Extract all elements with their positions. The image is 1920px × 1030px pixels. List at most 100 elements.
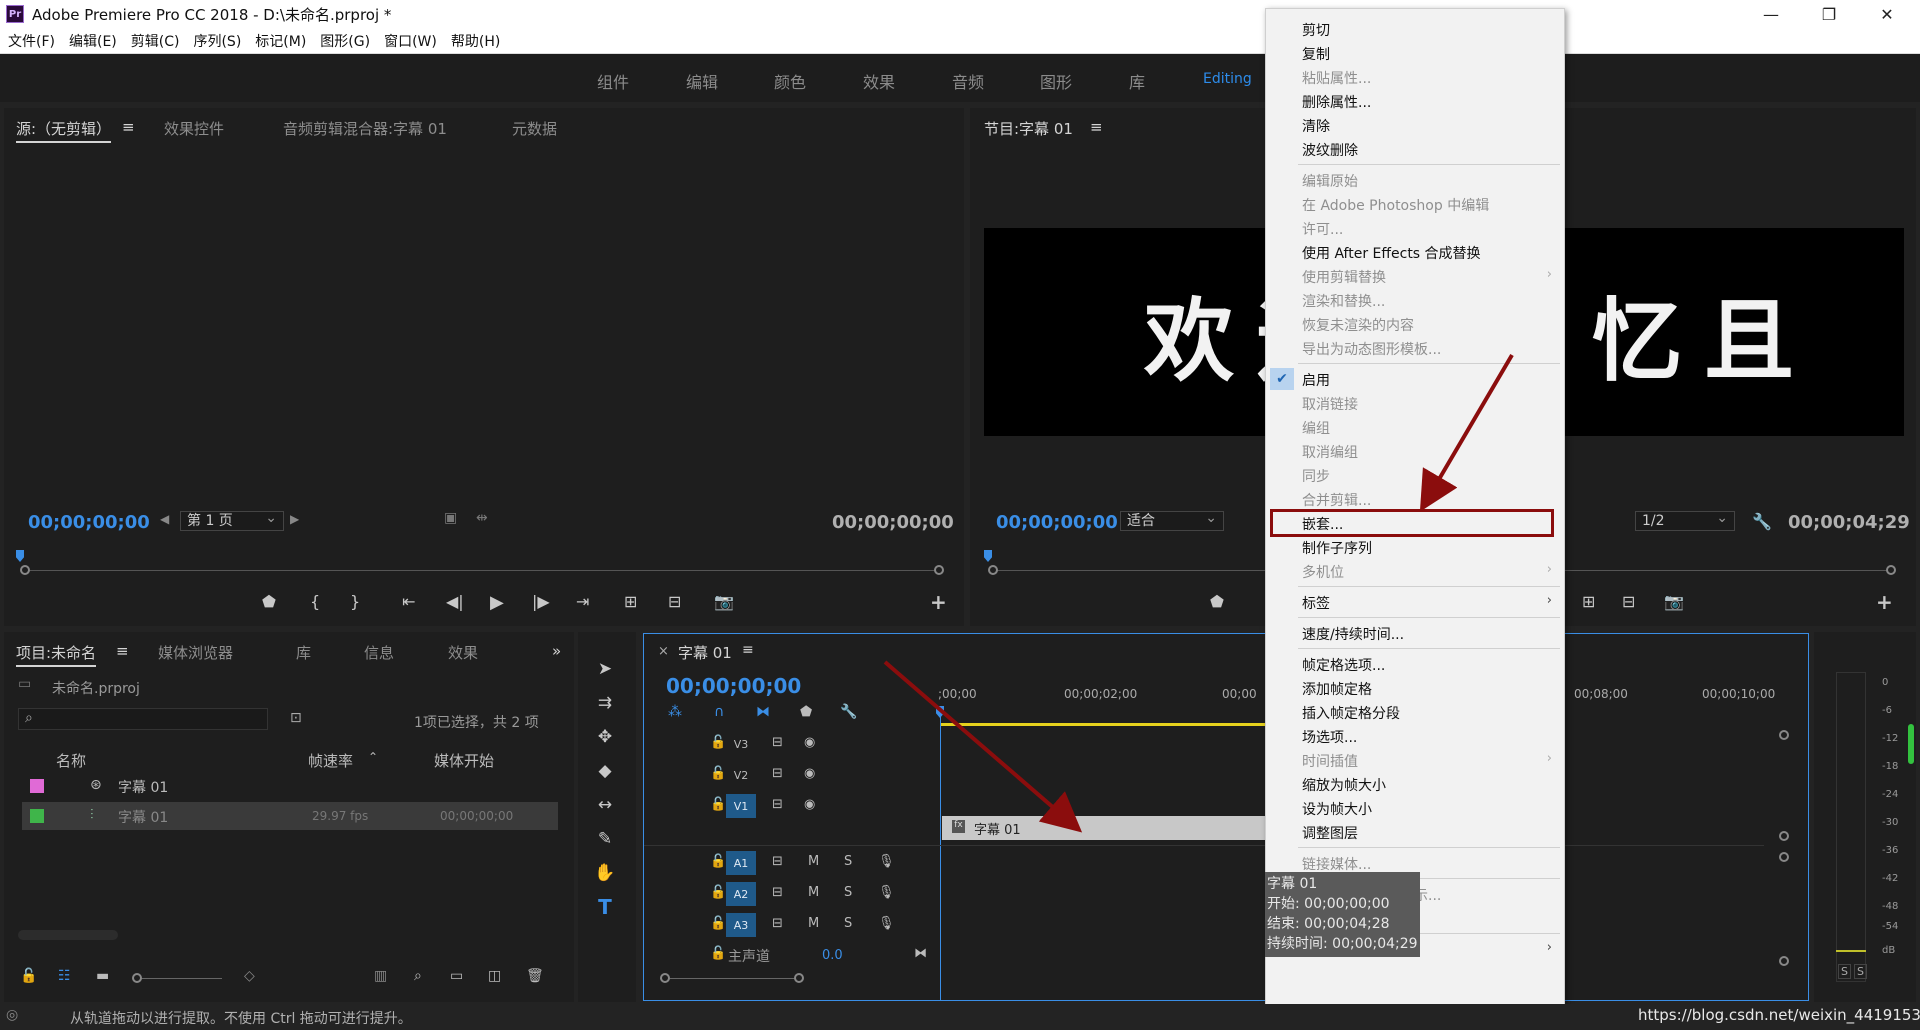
tab-sequence[interactable]: 字幕 01	[678, 642, 732, 663]
overwrite-icon[interactable]: ⊟	[668, 592, 681, 611]
lift-icon[interactable]: ⊞	[1582, 592, 1595, 611]
find-icon[interactable]: ⊡	[290, 710, 302, 726]
vertical-scroll-handle[interactable]	[1779, 730, 1789, 740]
workspace-audio[interactable]: 音频	[952, 69, 984, 93]
context-menu-item[interactable]: 清除	[1266, 113, 1564, 137]
track-lock-icon[interactable]: 🔓	[710, 854, 726, 869]
menu-marker[interactable]: 标记(M)	[255, 31, 306, 51]
close-tab-icon[interactable]: ×	[658, 644, 669, 659]
minimize-button[interactable]: —	[1748, 0, 1794, 28]
workspace-assembly[interactable]: 组件	[597, 69, 629, 93]
close-button[interactable]: ✕	[1864, 0, 1910, 28]
context-menu-item[interactable]: 在 Adobe Photoshop 中编辑	[1266, 192, 1564, 216]
play-icon[interactable]: ▶	[490, 592, 504, 613]
mark-in-icon[interactable]: {	[310, 592, 320, 611]
playback-resolution-dropdown[interactable]: 1/2	[1635, 509, 1735, 531]
program-zoom-end-handle[interactable]	[1886, 565, 1896, 575]
context-menu-item[interactable]: 调整图层	[1266, 820, 1564, 844]
menu-graphics[interactable]: 图形(G)	[320, 31, 370, 51]
context-menu-item[interactable]: 时间插值 ›	[1266, 748, 1564, 772]
mute-button[interactable]: M	[808, 916, 819, 931]
vertical-scroll-handle[interactable]	[1779, 852, 1789, 862]
workspace-editing-active[interactable]: Editing	[1203, 71, 1252, 87]
sync-lock-icon[interactable]: ⊟	[772, 735, 783, 750]
source-panel-menu-icon[interactable]: ≡	[122, 118, 135, 136]
solo-button[interactable]: S	[844, 854, 852, 869]
context-menu-item[interactable]: 编组	[1266, 415, 1564, 439]
snap-magnet-icon[interactable]: ∩	[714, 704, 724, 720]
icon-view-icon[interactable]: ▬	[96, 968, 109, 984]
context-menu-item[interactable]: 使用 After Effects 合成替换	[1266, 240, 1564, 264]
fit-dropdown[interactable]: 适合	[1120, 509, 1224, 531]
context-menu-item[interactable]: 多机位 ›	[1266, 559, 1564, 583]
drag-audio-icon[interactable]: ⇹	[476, 510, 488, 526]
track-label-a1[interactable]: A1	[726, 851, 756, 875]
track-divider[interactable]	[644, 845, 1764, 846]
workspace-graphics[interactable]: 图形	[1040, 69, 1072, 93]
program-button-editor-plus-icon[interactable]: +	[1876, 590, 1893, 614]
solo-button[interactable]: S	[844, 916, 852, 931]
extract-icon[interactable]: ⊟	[1622, 592, 1635, 611]
track-lock-icon[interactable]: 🔓	[710, 735, 726, 750]
settings-square-icon[interactable]: ▣	[444, 510, 457, 526]
timeline-menu-icon[interactable]: ≡	[742, 642, 754, 658]
prev-page-icon[interactable]: ◀	[160, 512, 169, 526]
context-menu-item[interactable]: 渲染和替换...	[1266, 288, 1564, 312]
context-menu-item[interactable]: 添加帧定格	[1266, 676, 1564, 700]
context-menu-item[interactable]: 帧定格选项...	[1266, 652, 1564, 676]
sync-lock-icon[interactable]: ⊟	[772, 854, 783, 869]
mute-button[interactable]: M	[808, 854, 819, 869]
track-label-a2[interactable]: A2	[726, 882, 756, 906]
microphone-icon[interactable]: 🎙	[878, 854, 895, 869]
track-lock-icon[interactable]: 🔓	[710, 797, 726, 812]
razor-tool-icon[interactable]: ◆	[592, 758, 618, 784]
column-frame-rate[interactable]: 帧速率	[308, 750, 353, 771]
lock-icon[interactable]: 🔓	[20, 968, 37, 984]
tab-effect-controls[interactable]: 效果控件	[164, 118, 224, 139]
context-menu-item[interactable]: 剪切	[1266, 17, 1564, 41]
work-area-bar[interactable]	[940, 723, 1308, 726]
track-label-v1[interactable]: V1	[726, 794, 756, 818]
step-back-icon[interactable]: ◀|	[446, 592, 464, 611]
export-frame-icon[interactable]: 📷	[714, 592, 734, 611]
workspace-libraries[interactable]: 库	[1129, 69, 1145, 93]
source-scrub-bar[interactable]	[24, 570, 940, 571]
context-menu-item[interactable]: 使用剪辑替换 ›	[1266, 264, 1564, 288]
track-eye-icon[interactable]: ◉	[804, 735, 815, 750]
program-zoom-start-handle[interactable]	[988, 565, 998, 575]
program-add-marker-icon[interactable]: ⬟	[1210, 592, 1224, 611]
zoom-slider-handle[interactable]	[132, 973, 142, 983]
find-items-icon[interactable]: ⌕	[414, 968, 422, 984]
context-menu-item[interactable]: 取消链接	[1266, 391, 1564, 415]
context-menu-item[interactable]: 波纹删除	[1266, 137, 1564, 161]
maximize-button[interactable]: ❐	[1806, 0, 1852, 28]
go-to-end-icon[interactable]: ⧓	[914, 946, 927, 961]
track-lock-icon[interactable]: 🔓	[710, 916, 726, 931]
program-playhead[interactable]	[984, 550, 992, 562]
source-zoom-start-handle[interactable]	[20, 565, 30, 575]
slip-tool-icon[interactable]: ↔	[592, 792, 618, 818]
context-menu-item[interactable]: 合并剪辑...	[1266, 487, 1564, 511]
menu-edit[interactable]: 编辑(E)	[69, 31, 117, 51]
context-menu-item[interactable]: 导出为动态图形模板...	[1266, 336, 1564, 360]
track-select-tool-icon[interactable]: ⇉	[592, 690, 618, 716]
track-lock-icon[interactable]: 🔓	[710, 946, 726, 961]
add-marker-icon[interactable]: ⬟	[262, 592, 276, 611]
source-zoom-end-handle[interactable]	[934, 565, 944, 575]
new-item-icon[interactable]: ◫	[488, 968, 501, 984]
list-view-icon[interactable]: ☷	[58, 968, 71, 984]
tab-info[interactable]: 信息	[364, 642, 394, 663]
program-export-frame-icon[interactable]: 📷	[1664, 592, 1684, 611]
menu-help[interactable]: 帮助(H)	[451, 31, 500, 51]
context-menu-item[interactable]: 复制	[1266, 41, 1564, 65]
tab-metadata[interactable]: 元数据	[512, 118, 557, 139]
step-forward-icon[interactable]: |▶	[532, 592, 550, 611]
menu-clip[interactable]: 剪辑(C)	[131, 31, 180, 51]
menu-sequence[interactable]: 序列(S)	[193, 31, 241, 51]
timeline-zoom-bar[interactable]	[660, 978, 800, 979]
insert-icon[interactable]: ⊞	[624, 592, 637, 611]
workspace-color[interactable]: 颜色	[774, 69, 806, 93]
track-eye-icon[interactable]: ◉	[804, 766, 815, 781]
context-menu-item[interactable]: 设为帧大小	[1266, 796, 1564, 820]
nest-toggle-icon[interactable]: ⁂	[668, 704, 682, 720]
